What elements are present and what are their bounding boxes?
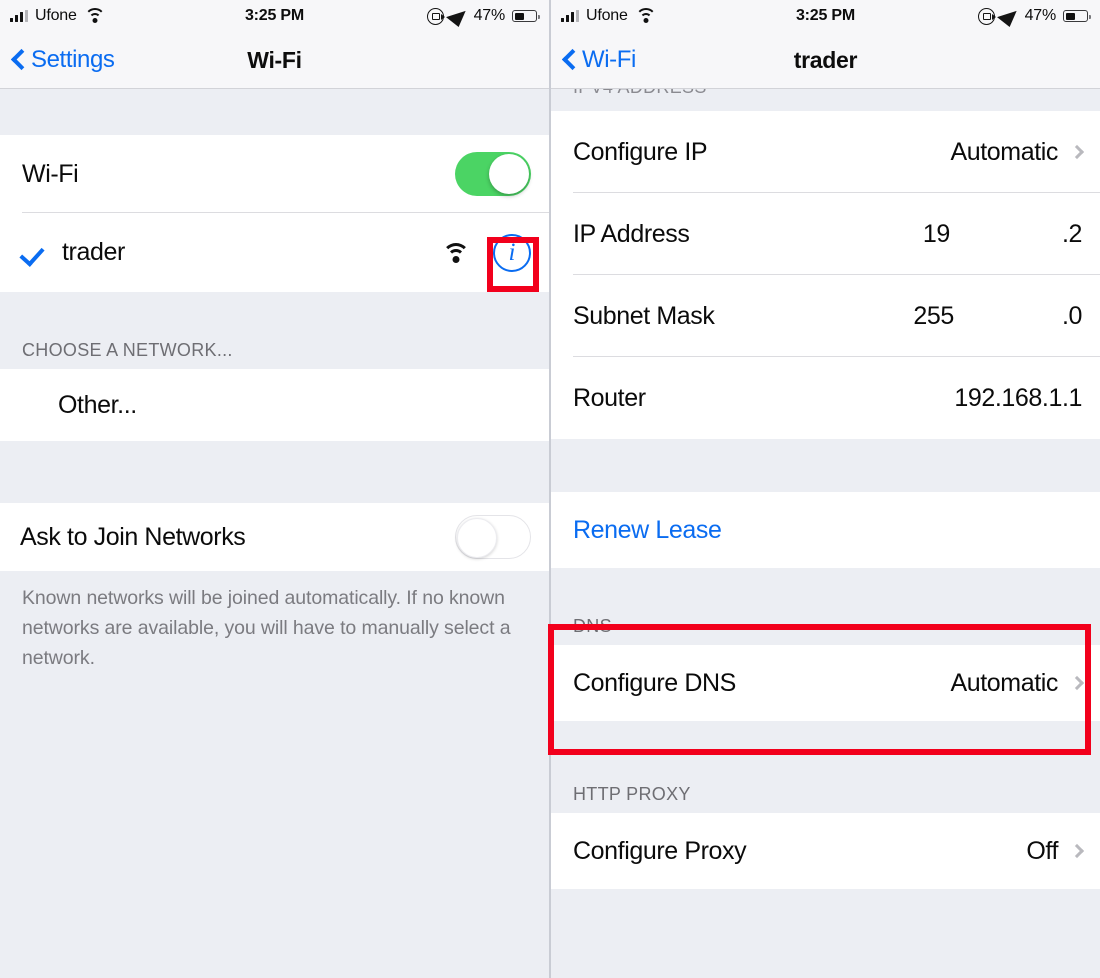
configure-ip-row[interactable]: Configure IP Automatic bbox=[551, 111, 1100, 193]
subnet-mask-value-start: 255 bbox=[913, 301, 954, 330]
dual-screenshot-container: Ufone 3:25 PM 47% Settings Wi-Fi Wi-Fi t… bbox=[0, 0, 1100, 978]
back-button-label: Settings bbox=[31, 46, 115, 73]
wifi-signal-icon bbox=[441, 242, 471, 264]
status-bar-right-group-2: 47% bbox=[977, 5, 1091, 27]
chevron-left-icon bbox=[12, 49, 25, 71]
subnet-mask-label: Subnet Mask bbox=[573, 301, 715, 330]
rotation-lock-icon bbox=[426, 7, 445, 25]
status-bar-left: Ufone 3:25 PM 47% bbox=[0, 0, 549, 32]
group-spacer-2 bbox=[0, 441, 549, 503]
wifi-footer-text: Known networks will be joined automatica… bbox=[0, 571, 549, 673]
ip-address-row: IP Address 19 .2 bbox=[551, 193, 1100, 275]
group-spacer-5 bbox=[551, 721, 1100, 769]
network-name-label: trader bbox=[62, 238, 125, 266]
choose-network-header: CHOOSE A NETWORK... bbox=[0, 327, 549, 369]
status-bar-right: Ufone 3:25 PM 47% bbox=[551, 0, 1100, 32]
router-row: Router 192.168.1.1 bbox=[551, 357, 1100, 439]
back-button-label: Wi-Fi bbox=[582, 46, 636, 73]
configure-dns-label: Configure DNS bbox=[573, 668, 736, 697]
chevron-right-icon bbox=[1069, 675, 1085, 691]
battery-icon bbox=[1063, 10, 1091, 22]
ipv4-section-header-clipped: IPV4 ADDRESS bbox=[551, 89, 1100, 111]
subnet-mask-redaction bbox=[953, 301, 1062, 331]
location-arrow-icon bbox=[445, 5, 472, 27]
navigation-bar-left: Settings Wi-Fi bbox=[0, 32, 549, 89]
ip-address-value: 19 .2 bbox=[923, 219, 1082, 249]
renew-lease-label: Renew Lease bbox=[573, 515, 722, 544]
checkmark-icon bbox=[22, 241, 46, 265]
subnet-mask-value: 255 .0 bbox=[913, 301, 1082, 331]
configure-dns-row[interactable]: Configure DNS Automatic bbox=[551, 645, 1100, 721]
configure-proxy-label: Configure Proxy bbox=[573, 836, 747, 865]
back-button-wifi[interactable]: Wi-Fi bbox=[551, 46, 636, 74]
network-detail-panel: Ufone 3:25 PM 47% Wi-Fi trader IPV4 ADDR… bbox=[551, 0, 1100, 978]
wifi-settings-panel: Ufone 3:25 PM 47% Settings Wi-Fi Wi-Fi t… bbox=[0, 0, 549, 978]
wifi-toggle-row[interactable]: Wi-Fi bbox=[0, 135, 549, 213]
ip-address-redaction bbox=[949, 219, 1062, 249]
ipv4-section-header-label: IPV4 ADDRESS bbox=[573, 89, 707, 98]
group-spacer-top bbox=[0, 89, 549, 135]
chevron-right-icon bbox=[1069, 843, 1085, 859]
group-spacer-bottom bbox=[551, 889, 1100, 949]
battery-percent-label: 47% bbox=[473, 7, 506, 24]
other-network-row[interactable]: Other... bbox=[0, 369, 549, 441]
navigation-bar-right: Wi-Fi trader bbox=[551, 32, 1100, 89]
group-spacer-4 bbox=[551, 568, 1100, 603]
dns-section-header: DNS bbox=[551, 603, 1100, 645]
ask-to-join-toggle-switch[interactable] bbox=[455, 515, 531, 559]
ask-to-join-label: Ask to Join Networks bbox=[20, 522, 246, 551]
ask-to-join-row[interactable]: Ask to Join Networks bbox=[0, 503, 549, 571]
chevron-right-icon bbox=[1069, 144, 1085, 160]
network-row-trader[interactable]: trader i bbox=[0, 213, 549, 292]
router-label: Router bbox=[573, 383, 646, 412]
battery-icon bbox=[512, 10, 540, 22]
battery-percent-label: 47% bbox=[1024, 7, 1057, 24]
ip-address-label: IP Address bbox=[573, 219, 690, 248]
group-spacer-1 bbox=[0, 292, 549, 327]
proxy-section-header: HTTP PROXY bbox=[551, 769, 1100, 813]
configure-ip-label: Configure IP bbox=[573, 137, 708, 166]
wifi-toggle-label: Wi-Fi bbox=[22, 159, 79, 188]
configure-dns-value: Automatic bbox=[950, 668, 1058, 697]
wifi-toggle-switch[interactable] bbox=[455, 152, 531, 196]
other-network-label: Other... bbox=[58, 390, 137, 419]
configure-proxy-row[interactable]: Configure Proxy Off bbox=[551, 813, 1100, 889]
rotation-lock-icon bbox=[977, 7, 996, 25]
configure-proxy-value: Off bbox=[1026, 836, 1058, 865]
configure-ip-value: Automatic bbox=[950, 137, 1058, 166]
network-info-button[interactable]: i bbox=[493, 233, 531, 272]
chevron-left-icon bbox=[563, 49, 576, 71]
subnet-mask-row: Subnet Mask 255 .0 bbox=[551, 275, 1100, 357]
ip-address-value-start: 19 bbox=[922, 219, 950, 248]
back-button-settings[interactable]: Settings bbox=[0, 46, 115, 74]
ip-address-value-end: .2 bbox=[1061, 219, 1082, 248]
router-value: 192.168.1.1 bbox=[954, 383, 1082, 412]
status-bar-right-group: 47% bbox=[426, 5, 540, 27]
renew-lease-row[interactable]: Renew Lease bbox=[551, 492, 1100, 568]
location-arrow-icon bbox=[996, 5, 1023, 27]
group-spacer-3 bbox=[551, 439, 1100, 492]
subnet-mask-value-end: .0 bbox=[1061, 301, 1082, 330]
